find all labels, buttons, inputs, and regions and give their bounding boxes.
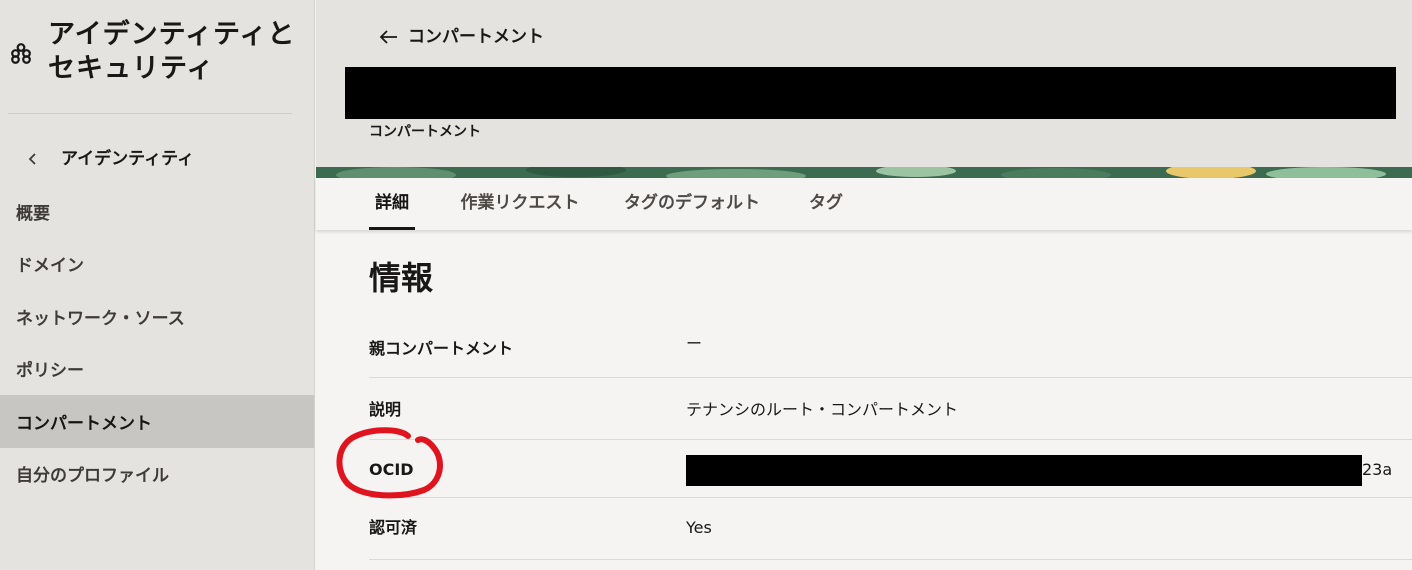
- info-value: ー: [686, 334, 703, 353]
- sidebar-item-domains[interactable]: ドメイン: [0, 238, 314, 291]
- tab-work-requests[interactable]: 作業リクエスト: [459, 178, 581, 230]
- tab-tags[interactable]: タグ: [808, 178, 844, 230]
- tab-tag-defaults[interactable]: タグのデフォルト: [622, 178, 762, 230]
- info-value: Yes: [686, 518, 712, 537]
- tab-details[interactable]: 詳細: [369, 178, 415, 230]
- redacted-ocid: [686, 455, 1362, 486]
- chevron-left-icon: [26, 149, 40, 169]
- sidebar-header: アイデンティティとセキュリティ: [0, 0, 315, 114]
- sidebar-divider: [8, 113, 292, 114]
- back-nav-label: アイデンティティ: [61, 149, 195, 169]
- page-header: コンパートメント コンパートメント: [316, 0, 1412, 167]
- sidebar-item-network-sources[interactable]: ネットワーク・ソース: [0, 290, 314, 343]
- sidebar-item-policies[interactable]: ポリシー: [0, 343, 314, 396]
- info-table: 親コンパートメント ー 説明 テナンシのルート・コンパートメント OCID 23…: [369, 318, 1412, 560]
- info-label: 親コンパートメント: [369, 339, 514, 358]
- app-title: アイデンティティとセキュリティ: [48, 19, 296, 84]
- info-row-description: 説明 テナンシのルート・コンパートメント: [369, 378, 1412, 440]
- info-row-parent-compartment: 親コンパートメント ー: [369, 318, 1412, 378]
- oci-logo-icon: [9, 41, 33, 65]
- decorative-banner: [316, 167, 1412, 178]
- info-label: 認可済: [369, 518, 418, 537]
- sidebar-item-overview[interactable]: 概要: [0, 185, 314, 238]
- resource-type-label: コンパートメント: [369, 124, 481, 140]
- sidebar: アイデンティティとセキュリティ アイデンティティ 概要 ドメイン ネットワーク・…: [0, 0, 315, 570]
- section-title: 情報: [369, 259, 434, 297]
- redacted-compartment-name: [345, 67, 1396, 119]
- info-row-authorized: 認可済 Yes: [369, 498, 1412, 560]
- sidebar-item-my-profile[interactable]: 自分のプロファイル: [0, 448, 314, 501]
- breadcrumb-label: コンパートメント: [408, 27, 544, 47]
- tab-bar: 詳細 作業リクエスト タグのデフォルト タグ: [316, 178, 1412, 230]
- breadcrumb-back-link[interactable]: コンパートメント: [377, 26, 544, 48]
- main-content: コンパートメント コンパートメント 詳細 作業リクエスト タグのデフォルト タグ…: [316, 0, 1412, 570]
- sidebar-nav: 概要 ドメイン ネットワーク・ソース ポリシー コンパートメント 自分のプロファ…: [0, 185, 314, 500]
- ocid-suffix: 23a: [1362, 460, 1393, 479]
- info-value: テナンシのルート・コンパートメント: [686, 400, 959, 419]
- arrow-left-icon: [377, 28, 399, 46]
- info-label: OCID: [369, 460, 414, 479]
- back-to-identity-link[interactable]: アイデンティティ: [0, 140, 314, 178]
- info-label: 説明: [369, 400, 402, 419]
- info-row-ocid: OCID 23a: [369, 440, 1412, 498]
- sidebar-item-compartments[interactable]: コンパートメント: [0, 395, 314, 448]
